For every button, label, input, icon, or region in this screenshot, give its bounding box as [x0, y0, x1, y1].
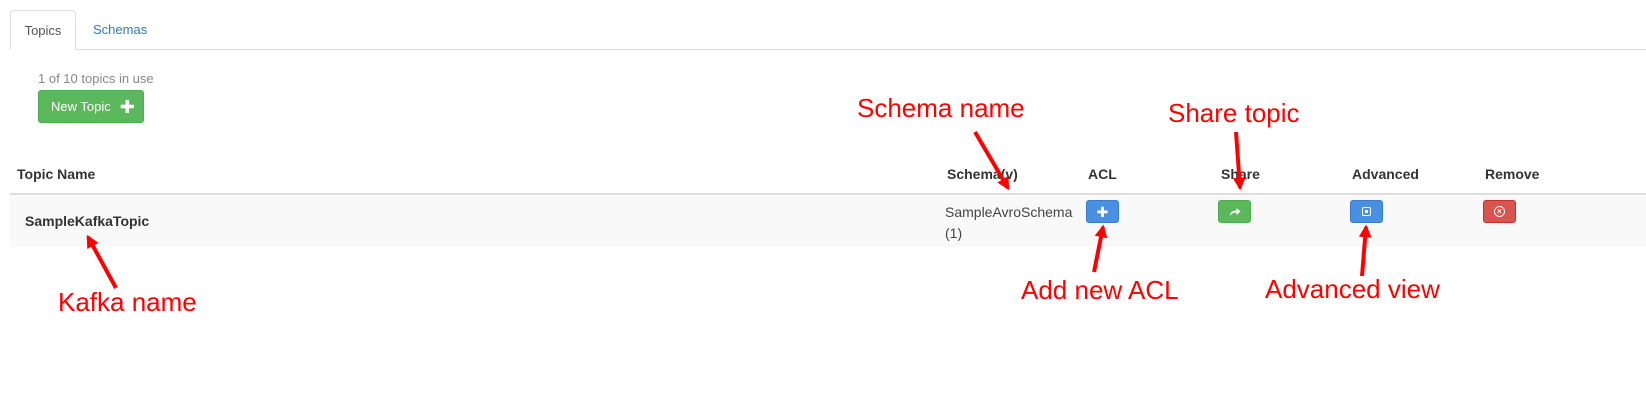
arrow-to-share: [1232, 131, 1246, 191]
annotation-arrows: [86, 130, 1372, 289]
arrow-to-advanced: [1358, 224, 1372, 277]
arrow-to-acl: [1092, 224, 1108, 273]
arrow-to-topic-name: [86, 234, 118, 289]
arrow-to-schema: [973, 130, 1010, 191]
